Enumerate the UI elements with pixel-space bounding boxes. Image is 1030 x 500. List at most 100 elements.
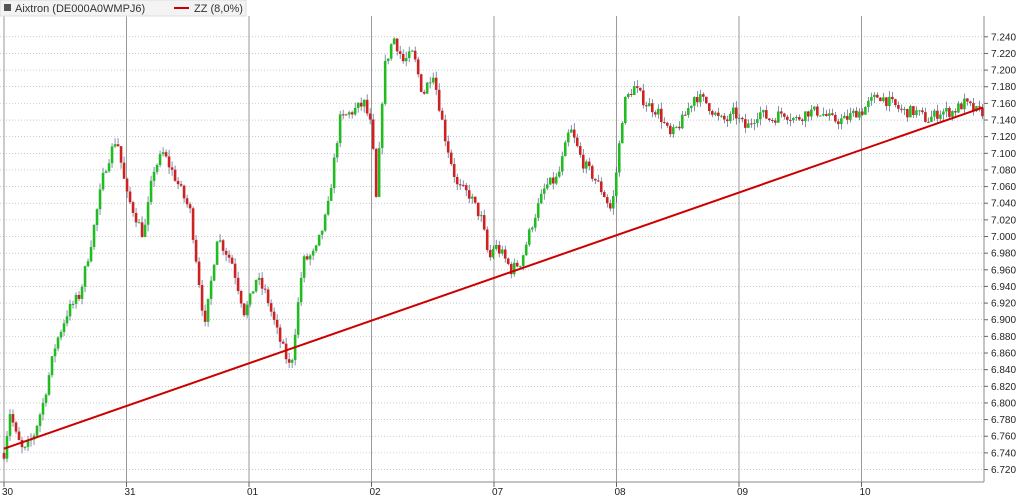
price-bar (305, 256, 309, 260)
price-bar (843, 115, 846, 119)
price-bar (906, 109, 909, 118)
price-bar (942, 111, 945, 115)
price-bar (374, 148, 378, 197)
price-bar (122, 162, 126, 179)
price-bar (867, 100, 870, 107)
price-bar (47, 375, 51, 395)
price-bar (578, 146, 582, 155)
price-bar (774, 120, 777, 123)
price-bar (347, 112, 351, 115)
price-bar (771, 120, 774, 122)
y-tick-label: 7.160 (991, 99, 1016, 110)
price-bar (461, 184, 465, 186)
price-bar (873, 94, 876, 98)
price-bar (389, 44, 393, 59)
price-bar (876, 94, 879, 98)
price-bar (927, 121, 930, 123)
price-bar (816, 106, 819, 116)
price-bar (605, 197, 609, 204)
price-bar (56, 337, 60, 349)
price-bar (221, 240, 225, 251)
price-bar (356, 102, 360, 108)
price-bar (930, 116, 933, 122)
price-bar (825, 113, 828, 116)
price-bar (753, 122, 756, 124)
price-bar (798, 117, 801, 120)
price-bar (116, 144, 120, 147)
price-bar (710, 111, 714, 115)
price-bar (792, 117, 795, 121)
price-bar (602, 192, 606, 198)
price-bar (167, 156, 171, 168)
price-bar (614, 172, 618, 197)
price-bar (777, 111, 780, 123)
price-bar (608, 203, 612, 209)
y-tick-label: 7.200 (991, 66, 1016, 77)
price-bar (80, 286, 84, 299)
price-bar (107, 163, 111, 172)
price-bar (903, 109, 906, 111)
price-bar (92, 224, 96, 247)
price-bar (353, 107, 357, 115)
price-bar (188, 204, 192, 209)
price-bar (861, 111, 864, 115)
price-bar (521, 255, 525, 267)
price-bar (236, 277, 240, 291)
price-bar (611, 196, 615, 209)
price-bar (302, 256, 306, 278)
price-bar (894, 99, 897, 106)
price-bar (879, 97, 882, 102)
price-bar (677, 126, 681, 129)
price-bar (158, 154, 162, 165)
price-bar (269, 303, 273, 312)
y-tick-label: 6.720 (991, 465, 1016, 476)
price-bar (326, 200, 330, 215)
price-bar (416, 59, 420, 75)
price-bar (194, 239, 198, 262)
price-bar (458, 184, 462, 186)
price-bar (155, 164, 159, 172)
price-bar (65, 316, 69, 324)
price-bar (86, 261, 90, 267)
price-bar (680, 114, 684, 129)
price-bar (563, 142, 567, 157)
price-bar (191, 208, 195, 240)
price-bar (732, 107, 735, 115)
price-bar (629, 93, 633, 95)
price-bar (200, 285, 204, 311)
price-bar (17, 431, 21, 441)
price-bar (296, 302, 300, 335)
price-bar (891, 96, 894, 100)
plot-background (0, 0, 1030, 500)
price-bar (446, 141, 450, 153)
price-bar (275, 319, 279, 328)
price-bar (885, 97, 888, 107)
x-tick-label: 09 (737, 487, 749, 498)
price-bar (762, 110, 765, 113)
price-bar (470, 196, 474, 199)
price-bar (659, 108, 663, 123)
price-bar (2, 452, 6, 459)
price-bar (840, 118, 843, 125)
y-tick-label: 6.880 (991, 332, 1016, 343)
price-bar (647, 103, 651, 107)
price-bar (251, 291, 255, 294)
price-bar (506, 258, 510, 264)
price-bar (131, 202, 135, 213)
price-bar (377, 148, 381, 197)
price-chart[interactable]: 7.240 7.220 7.200 7.180 7.160 7.140 7.120 7.100… (0, 0, 1030, 500)
price-bar (870, 97, 873, 101)
price-bar (497, 244, 501, 254)
y-tick-label: 6.920 (991, 299, 1016, 310)
price-bar (338, 114, 342, 144)
price-bar (918, 110, 921, 112)
price-bar (545, 184, 549, 189)
price-bar (909, 106, 912, 118)
x-tick-label: 10 (860, 487, 872, 498)
price-bar (359, 102, 363, 107)
price-bar (137, 222, 141, 224)
price-bar (587, 161, 591, 167)
price-bar (257, 277, 261, 280)
price-bar (125, 178, 129, 192)
y-tick-label: 7.100 (991, 149, 1016, 160)
